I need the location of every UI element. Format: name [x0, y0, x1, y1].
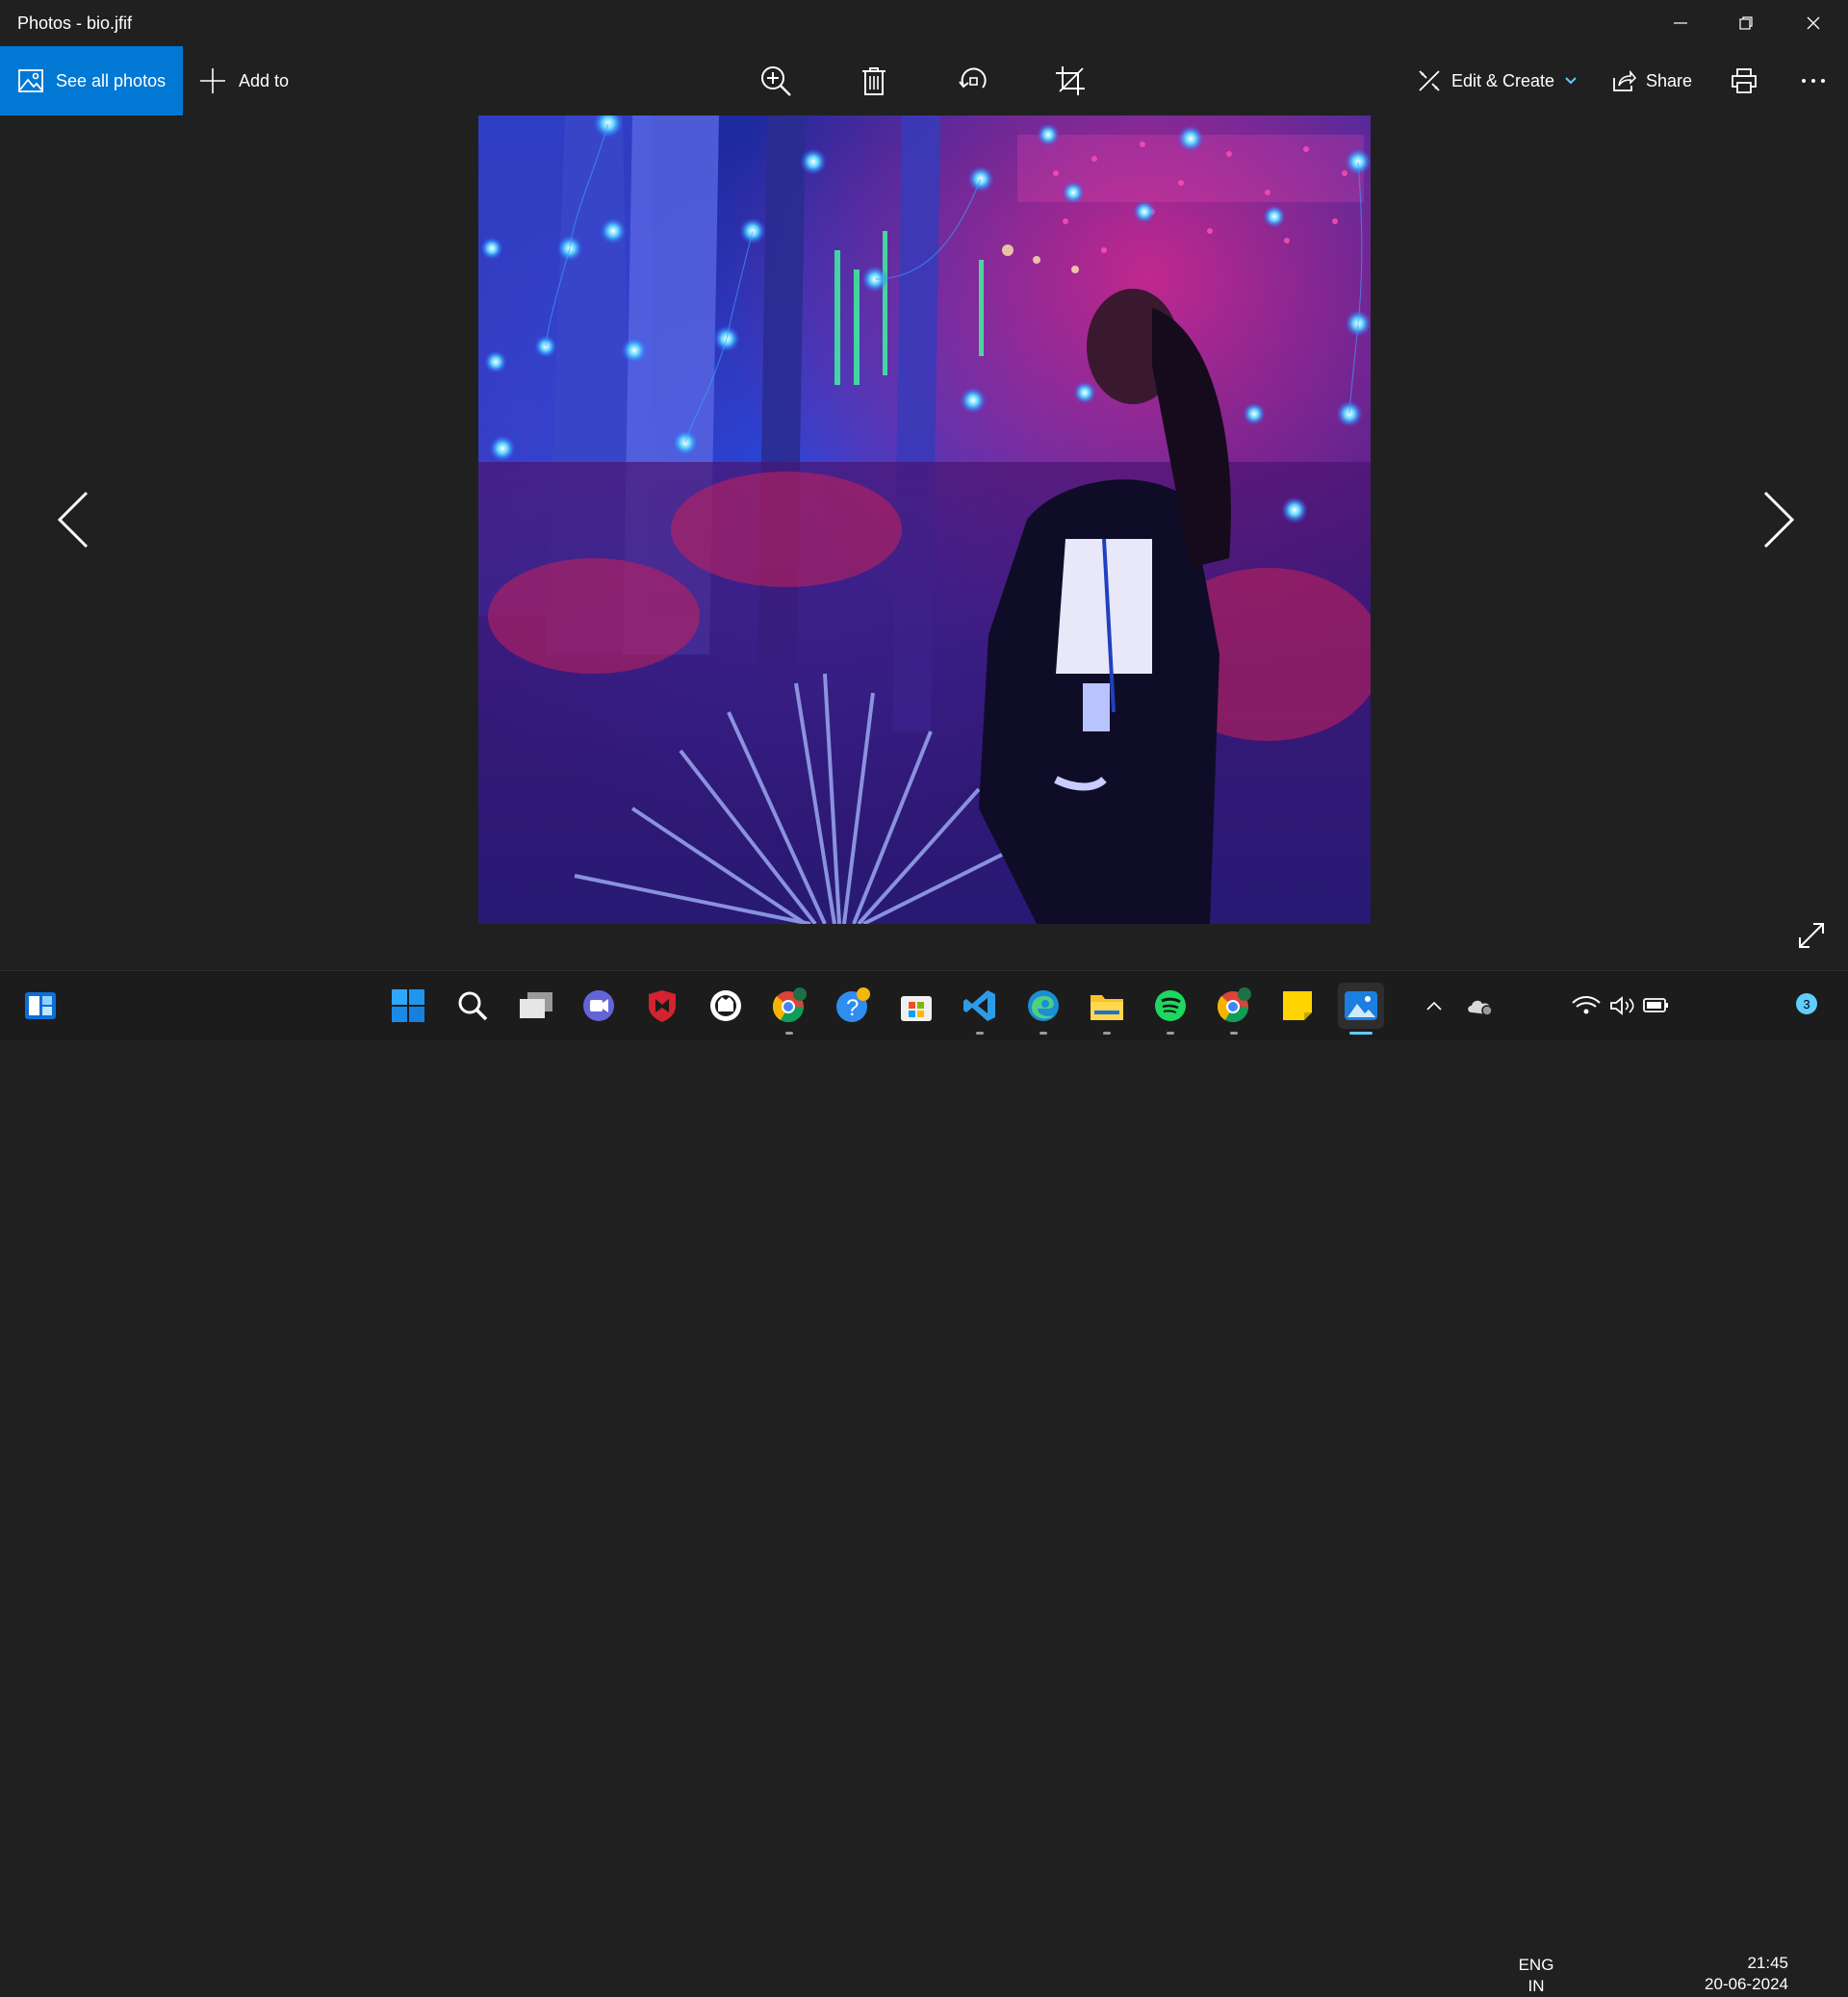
help-button[interactable]: ? [830, 983, 876, 1029]
see-all-photos-label: See all photos [56, 70, 167, 90]
sticky-note-icon [1283, 991, 1312, 1020]
edit-create-button[interactable]: Edit & Create [1417, 46, 1578, 115]
vscode-button[interactable] [957, 983, 1003, 1035]
network-volume-battery-icons [1572, 996, 1668, 1015]
shield-icon [649, 990, 676, 1022]
more-icon [1802, 79, 1825, 83]
share-button[interactable]: Share [1611, 46, 1692, 115]
previous-photo-button[interactable] [50, 486, 96, 553]
spotify-icon [1155, 990, 1186, 1021]
print-button[interactable] [1721, 58, 1767, 104]
rotate-icon [959, 67, 987, 89]
add-to-button[interactable]: Add to [198, 46, 289, 115]
svg-text:?: ? [846, 995, 859, 1021]
region-code: IN [1527, 1977, 1545, 1995]
photo-image [478, 115, 1371, 924]
chevron-right-icon [1763, 491, 1795, 549]
add-to-label: Add to [239, 70, 290, 90]
delete-button[interactable] [851, 58, 897, 104]
title-bar: Photos - bio.jfif [0, 0, 1848, 46]
photos-icon [1345, 991, 1377, 1020]
windows-start-icon [392, 989, 424, 1022]
onedrive-button[interactable] [1457, 983, 1503, 1029]
mcafee-button[interactable] [639, 983, 685, 1029]
taskbar: ? ENG IN 21:45 20-06-2024 [0, 970, 1848, 1995]
minimize-button[interactable] [1648, 0, 1713, 46]
clock-time: 21:45 [1747, 1954, 1788, 1972]
widgets-button[interactable] [17, 983, 64, 1029]
microsoft-store-button[interactable] [893, 983, 939, 1029]
meet-button[interactable] [576, 983, 622, 1029]
sticky-notes-button[interactable] [1274, 983, 1321, 1029]
search-button[interactable] [449, 983, 496, 1029]
store-icon [901, 996, 932, 1021]
edge-icon [1028, 990, 1059, 1021]
vscode-icon [963, 990, 995, 1021]
fullscreen-button[interactable] [1792, 916, 1831, 955]
edge-button[interactable] [1020, 983, 1066, 1035]
see-all-photos-button[interactable]: See all photos [0, 46, 183, 115]
close-button[interactable] [1781, 0, 1846, 46]
github-button[interactable] [703, 983, 749, 1029]
quick-settings-button[interactable] [1567, 983, 1673, 1029]
crop-button[interactable] [1047, 58, 1093, 104]
chrome-icon [1217, 987, 1251, 1023]
clock[interactable]: 21:45 20-06-2024 [1686, 1953, 1788, 1995]
edit-create-icon [1419, 70, 1440, 91]
language-indicator[interactable]: ENG IN [1511, 1955, 1561, 1997]
photo-canvas[interactable] [478, 115, 1371, 924]
zoom-in-icon [761, 66, 791, 96]
restore-icon [1739, 16, 1753, 30]
notification-badge[interactable]: 3 [1796, 993, 1817, 1014]
toolbar: See all photos Add to Edit & Create Shar… [0, 46, 1848, 115]
folder-icon [1091, 995, 1123, 1020]
rotate-button[interactable] [950, 58, 996, 104]
help-icon: ? [836, 987, 870, 1022]
video-meet-icon [583, 990, 614, 1021]
chevron-up-icon [1426, 1001, 1442, 1011]
clock-date: 20-06-2024 [1705, 1975, 1788, 1993]
expand-icon [1799, 923, 1824, 948]
search-icon [458, 991, 488, 1021]
show-hidden-icons-button[interactable] [1411, 983, 1457, 1029]
github-icon [710, 990, 741, 1021]
share-label: Share [1646, 70, 1693, 90]
edit-create-label: Edit & Create [1451, 70, 1555, 90]
chrome-button[interactable] [766, 983, 812, 1035]
crop-icon [1056, 66, 1085, 95]
window-title: Photos - bio.jfif [17, 13, 133, 33]
photo-gallery-icon [18, 69, 43, 92]
minimize-icon [1674, 22, 1687, 24]
widgets-icon [25, 992, 56, 1019]
task-view-button[interactable] [513, 983, 559, 1029]
more-button[interactable] [1790, 58, 1836, 104]
spotify-button[interactable] [1147, 983, 1194, 1035]
trash-icon [862, 67, 886, 95]
restore-button[interactable] [1713, 0, 1779, 46]
chrome-profile-button[interactable] [1211, 983, 1257, 1035]
close-icon [1807, 16, 1820, 30]
chevron-left-icon [57, 491, 89, 549]
zoom-button[interactable] [753, 58, 799, 104]
language-code: ENG [1518, 1956, 1554, 1974]
start-button[interactable] [385, 983, 431, 1029]
cloud-icon [1468, 1000, 1493, 1016]
print-icon [1732, 68, 1757, 93]
chevron-down-icon [1565, 77, 1577, 85]
next-photo-button[interactable] [1756, 486, 1802, 553]
file-explorer-button[interactable] [1084, 983, 1130, 1035]
share-icon [1613, 69, 1636, 91]
chrome-icon [772, 987, 807, 1023]
plus-icon [200, 68, 225, 93]
photos-app-button[interactable] [1338, 983, 1384, 1035]
task-view-icon [520, 992, 552, 1018]
